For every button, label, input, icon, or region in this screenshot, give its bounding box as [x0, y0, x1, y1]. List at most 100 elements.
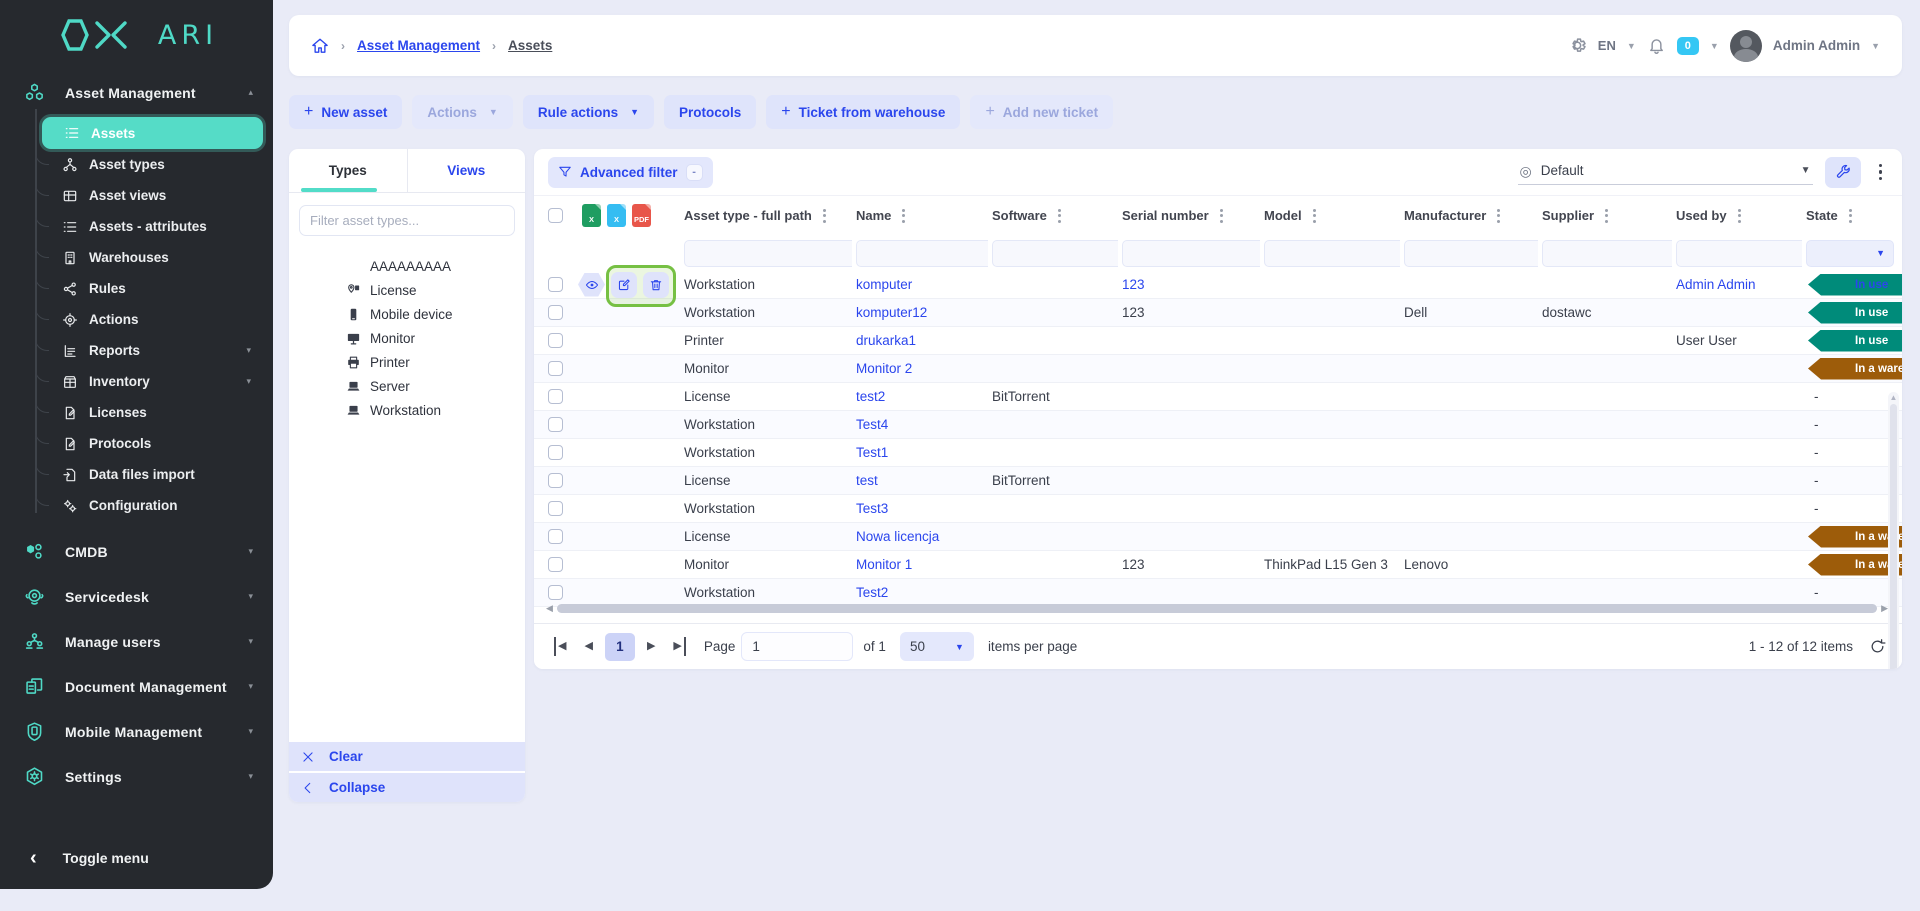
cell-link[interactable]: Monitor 1: [856, 557, 912, 572]
filter-input-model[interactable]: [1264, 240, 1400, 267]
sidebar-item-data-files-import[interactable]: Data files import: [0, 459, 273, 490]
sidebar-item-inventory[interactable]: Inventory▾: [0, 366, 273, 397]
chevron-down-icon[interactable]: ▼: [1710, 41, 1719, 51]
filter-input-used-by[interactable]: [1676, 240, 1802, 267]
cell-link[interactable]: test: [856, 473, 878, 488]
gear-icon[interactable]: [1568, 36, 1587, 55]
sidebar-item-configuration[interactable]: Configuration: [0, 490, 273, 521]
delete-button[interactable]: [643, 272, 669, 298]
excel-green-icon[interactable]: X: [582, 204, 601, 227]
sidebar-section-servicedesk[interactable]: Servicedesk▾: [0, 574, 273, 619]
last-page-button[interactable]: ▶: [667, 637, 685, 656]
edit-button[interactable]: [611, 272, 637, 298]
tree-item-monitor[interactable]: Monitor: [289, 326, 525, 350]
cell-link[interactable]: Test4: [856, 417, 888, 432]
tree-item-mobile-device[interactable]: Mobile device: [289, 302, 525, 326]
row-checkbox[interactable]: [548, 445, 563, 460]
scroll-up-icon[interactable]: ▲: [1890, 394, 1898, 402]
scroll-left-icon[interactable]: ◀: [546, 604, 553, 613]
cell-link[interactable]: test2: [856, 389, 885, 404]
column-menu-icon[interactable]: [821, 207, 828, 225]
vertical-scrollbar-thumb[interactable]: [1890, 404, 1897, 669]
items-per-page-select[interactable]: 50 ▼: [900, 632, 974, 661]
cell-link[interactable]: 123: [1122, 277, 1145, 292]
tree-item-printer[interactable]: Printer: [289, 350, 525, 374]
tree-item-license[interactable]: License: [289, 278, 525, 302]
sidebar-item-assets[interactable]: Assets: [42, 117, 263, 149]
state-filter-select[interactable]: ▼: [1806, 240, 1894, 267]
row-checkbox[interactable]: [548, 501, 563, 516]
tree-item-workstation[interactable]: Workstation: [289, 398, 525, 422]
column-menu-icon[interactable]: [1736, 207, 1743, 225]
toggle-menu-button[interactable]: ‹ Toggle menu: [0, 837, 273, 889]
column-menu-icon[interactable]: [1311, 207, 1318, 225]
row-checkbox[interactable]: [548, 557, 563, 572]
notification-count-badge[interactable]: 0: [1677, 37, 1699, 55]
user-name[interactable]: Admin Admin: [1773, 38, 1860, 53]
view-selector[interactable]: ◎ Default ▼: [1518, 159, 1813, 185]
sidebar-section-cmdb[interactable]: CMDB▾: [0, 529, 273, 574]
sidebar-item-asset-views[interactable]: Asset views: [0, 180, 273, 211]
sidebar-section-manage-users[interactable]: Manage users▾: [0, 619, 273, 664]
horizontal-scrollbar[interactable]: ◀ ▶: [546, 603, 1888, 613]
cell-link[interactable]: komputer: [856, 277, 912, 292]
filter-asset-types-input[interactable]: [299, 205, 515, 236]
sidebar-item-protocols[interactable]: Protocols: [0, 428, 273, 459]
column-menu-icon[interactable]: [1056, 207, 1063, 225]
sidebar-item-licenses[interactable]: Licenses: [0, 397, 273, 428]
filter-input-supplier[interactable]: [1542, 240, 1672, 267]
row-checkbox[interactable]: [548, 473, 563, 488]
column-menu-icon[interactable]: [1218, 207, 1225, 225]
filter-input-manufacturer[interactable]: [1404, 240, 1538, 267]
clear-button[interactable]: Clear: [289, 742, 525, 771]
tab-views[interactable]: Views: [407, 149, 526, 192]
tree-item-server[interactable]: Server: [289, 374, 525, 398]
filter-input-name[interactable]: [856, 240, 988, 267]
sidebar-item-rules[interactable]: Rules: [0, 273, 273, 304]
row-checkbox[interactable]: [548, 333, 563, 348]
home-icon[interactable]: [311, 37, 329, 55]
new-asset-button[interactable]: +New asset: [289, 95, 402, 129]
cell-link[interactable]: Test1: [856, 445, 888, 460]
row-checkbox[interactable]: [548, 585, 563, 600]
previous-page-button[interactable]: ◀: [578, 637, 598, 656]
tab-types[interactable]: Types: [289, 149, 407, 192]
row-checkbox[interactable]: [548, 389, 563, 404]
cell-link[interactable]: Test2: [856, 585, 888, 600]
chevron-down-icon[interactable]: ▼: [1871, 41, 1880, 51]
sidebar-section-mobile-management[interactable]: Mobile Management▾: [0, 709, 273, 754]
breadcrumb-current-assets[interactable]: Assets: [508, 38, 552, 53]
table-more-menu[interactable]: [1873, 160, 1889, 185]
page-number-input[interactable]: [741, 632, 853, 661]
scroll-right-icon[interactable]: ▶: [1881, 604, 1888, 613]
cell-link[interactable]: Nowa licencja: [856, 529, 939, 544]
refresh-icon[interactable]: [1869, 638, 1886, 655]
rule-actions-button[interactable]: Rule actions▼: [523, 95, 654, 129]
sidebar-item-actions[interactable]: Actions: [0, 304, 273, 335]
avatar[interactable]: [1730, 30, 1762, 62]
column-menu-icon[interactable]: [1603, 207, 1610, 225]
collapse-button[interactable]: Collapse: [289, 773, 525, 802]
cell-link[interactable]: Test3: [856, 501, 888, 516]
excel-cyan-icon[interactable]: X: [607, 204, 626, 227]
select-all-checkbox[interactable]: [548, 208, 563, 223]
row-checkbox[interactable]: [548, 361, 563, 376]
column-menu-icon[interactable]: [1847, 207, 1854, 225]
sidebar-item-asset-types[interactable]: Asset types: [0, 149, 273, 180]
bell-icon[interactable]: [1647, 36, 1666, 55]
row-checkbox[interactable]: [548, 529, 563, 544]
table-settings-button[interactable]: [1825, 157, 1861, 188]
column-menu-icon[interactable]: [900, 207, 907, 225]
sidebar-item-assets-attributes[interactable]: Assets - attributes: [0, 211, 273, 242]
current-page-button[interactable]: 1: [605, 633, 635, 661]
cell-link[interactable]: Admin Admin: [1676, 277, 1756, 292]
breadcrumb-link-asset-management[interactable]: Asset Management: [357, 38, 480, 53]
ticket-from-warehouse-button[interactable]: +Ticket from warehouse: [766, 95, 960, 129]
next-page-button[interactable]: ▶: [641, 637, 661, 656]
vertical-scrollbar[interactable]: ▲ ▼: [1888, 392, 1899, 669]
cell-link[interactable]: Monitor 2: [856, 361, 912, 376]
filter-input-asset-type-full-path[interactable]: [684, 240, 852, 267]
cell-link[interactable]: komputer12: [856, 305, 927, 320]
sidebar-item-warehouses[interactable]: Warehouses: [0, 242, 273, 273]
language-selector[interactable]: EN: [1598, 38, 1616, 53]
